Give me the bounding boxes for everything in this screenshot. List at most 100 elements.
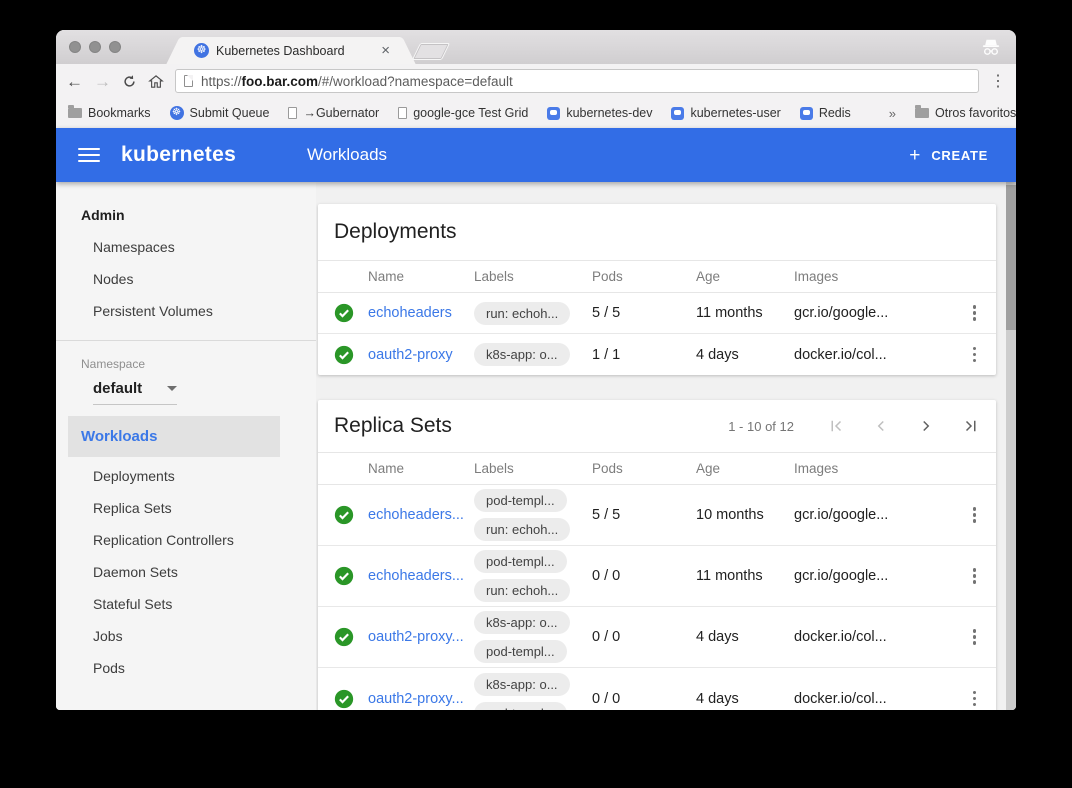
- bookmark-folder-bookmarks[interactable]: Bookmarks: [68, 106, 151, 120]
- sidebar-item-stateful-sets[interactable]: Stateful Sets: [56, 588, 316, 620]
- browser-window: ☸ Kubernetes Dashboard × ← → https://foo…: [56, 30, 1016, 710]
- scrollbar-thumb[interactable]: [1006, 185, 1016, 330]
- bookmark-redis[interactable]: Redis: [800, 106, 851, 120]
- browser-toolbar: ← → https://foo.bar.com/#/workload?names…: [56, 64, 1016, 98]
- pagination: 1 - 10 of 12: [728, 417, 980, 435]
- home-button[interactable]: [148, 74, 164, 89]
- page-icon: [398, 107, 407, 119]
- table-row: echoheaders run: echoh... 5 / 5 11 month…: [318, 293, 996, 334]
- row-menu-icon[interactable]: [969, 503, 981, 527]
- replica-set-link[interactable]: oauth2-proxy...: [368, 691, 474, 707]
- images-cell: gcr.io/google...: [794, 305, 952, 321]
- bookmark-gubernator[interactable]: →Gubernator: [288, 106, 379, 120]
- replica-set-link[interactable]: oauth2-proxy...: [368, 629, 474, 645]
- sidebar-item-replica-sets[interactable]: Replica Sets: [56, 492, 316, 524]
- sidebar-item-workloads[interactable]: Workloads: [68, 416, 280, 457]
- age-cell: 4 days: [696, 347, 794, 363]
- zoom-window-button[interactable]: [109, 41, 121, 53]
- back-button[interactable]: ←: [66, 73, 83, 90]
- bookmarks-overflow-icon[interactable]: »: [889, 106, 896, 121]
- hamburger-menu-icon[interactable]: [78, 148, 100, 162]
- label-chip: run: echoh...: [474, 579, 570, 602]
- column-name: Name: [368, 461, 474, 476]
- browser-tab[interactable]: ☸ Kubernetes Dashboard ×: [182, 37, 400, 64]
- browser-menu-icon[interactable]: ⋮: [990, 71, 1006, 91]
- page-security-icon[interactable]: [184, 75, 193, 87]
- deployment-link[interactable]: echoheaders: [368, 305, 474, 321]
- age-cell: 10 months: [696, 507, 794, 523]
- bookmark-google-gce-test-grid[interactable]: google-gce Test Grid: [398, 106, 528, 120]
- label-chip: k8s-app: o...: [474, 673, 570, 696]
- row-menu-icon[interactable]: [969, 625, 981, 649]
- column-images: Images: [794, 269, 952, 284]
- page-scrollbar[interactable]: [1006, 182, 1016, 710]
- window-controls: [69, 41, 121, 53]
- images-cell: docker.io/col...: [794, 691, 952, 707]
- last-page-icon[interactable]: [962, 417, 980, 435]
- sidebar-item-replication-controllers[interactable]: Replication Controllers: [56, 524, 316, 556]
- bookmark-submit-queue[interactable]: ☸ Submit Queue: [170, 106, 270, 120]
- bookmarks-bar: Bookmarks ☸ Submit Queue →Gubernator goo…: [56, 98, 1016, 128]
- row-menu-icon[interactable]: [969, 564, 981, 588]
- images-cell: docker.io/col...: [794, 347, 952, 363]
- replica-sets-card-title: Replica Sets: [334, 414, 452, 438]
- kubernetes-icon: ☸: [170, 106, 184, 120]
- sidebar-item-jobs[interactable]: Jobs: [56, 620, 316, 652]
- bookmark-kubernetes-user[interactable]: kubernetes-user: [671, 106, 780, 120]
- incognito-icon: [980, 38, 1002, 56]
- status-ok-icon: [334, 303, 354, 323]
- sidebar-item-namespaces[interactable]: Namespaces: [56, 231, 316, 263]
- column-labels: Labels: [474, 461, 592, 476]
- label-chip: pod-templ...: [474, 702, 567, 711]
- table-row: echoheaders... pod-templ... run: echoh..…: [318, 485, 996, 546]
- sidebar-item-daemon-sets[interactable]: Daemon Sets: [56, 556, 316, 588]
- tab-title: Kubernetes Dashboard: [216, 44, 379, 58]
- sidebar-item-pods[interactable]: Pods: [56, 652, 316, 684]
- column-age: Age: [696, 461, 794, 476]
- namespace-value: default: [93, 380, 142, 397]
- replica-sets-card: Replica Sets 1 - 10 of 12 Name Labels Po…: [318, 400, 996, 710]
- deployments-card: Deployments Name Labels Pods Age Images …: [318, 204, 996, 375]
- main-content: Deployments Name Labels Pods Age Images …: [316, 182, 1016, 710]
- age-cell: 11 months: [696, 305, 794, 321]
- label-chip: pod-templ...: [474, 640, 567, 663]
- status-ok-icon: [334, 627, 354, 647]
- next-page-icon[interactable]: [917, 417, 935, 435]
- pods-cell: 0 / 0: [592, 629, 696, 645]
- replica-set-link[interactable]: echoheaders...: [368, 507, 474, 523]
- address-bar[interactable]: https://foo.bar.com/#/workload?namespace…: [175, 69, 979, 93]
- bookmark-kubernetes-dev[interactable]: kubernetes-dev: [547, 106, 652, 120]
- sidebar-item-deployments[interactable]: Deployments: [56, 460, 316, 492]
- status-ok-icon: [334, 345, 354, 365]
- chat-icon: [671, 107, 684, 120]
- forward-button[interactable]: →: [94, 73, 111, 90]
- kubernetes-logo: kubernetes: [121, 143, 236, 167]
- reload-button[interactable]: [122, 74, 137, 89]
- close-tab-icon[interactable]: ×: [379, 42, 392, 59]
- sidebar-item-nodes[interactable]: Nodes: [56, 263, 316, 295]
- label-chip: k8s-app: o...: [474, 343, 570, 366]
- sidebar-item-admin[interactable]: Admin: [56, 199, 316, 231]
- row-menu-icon[interactable]: [969, 343, 981, 367]
- row-menu-icon[interactable]: [969, 687, 981, 710]
- new-tab-button[interactable]: [412, 43, 450, 60]
- sidebar-divider: [56, 340, 316, 341]
- close-window-button[interactable]: [69, 41, 81, 53]
- row-menu-icon[interactable]: [969, 301, 981, 325]
- replica-set-link[interactable]: echoheaders...: [368, 568, 474, 584]
- bookmark-folder-otros-favoritos[interactable]: Otros favoritos: [915, 106, 1016, 120]
- minimize-window-button[interactable]: [89, 41, 101, 53]
- namespace-select[interactable]: default: [93, 380, 177, 405]
- chat-icon: [800, 107, 813, 120]
- previous-page-icon[interactable]: [872, 417, 890, 435]
- kubernetes-favicon-icon: ☸: [194, 43, 209, 58]
- column-pods: Pods: [592, 461, 696, 476]
- table-row: oauth2-proxy... k8s-app: o... pod-templ.…: [318, 668, 996, 710]
- create-button[interactable]: + CREATE: [909, 146, 988, 165]
- page-title: Workloads: [307, 145, 387, 165]
- sidebar-item-persistent-volumes[interactable]: Persistent Volumes: [56, 295, 316, 327]
- age-cell: 4 days: [696, 629, 794, 645]
- pods-cell: 0 / 0: [592, 568, 696, 584]
- first-page-icon[interactable]: [827, 417, 845, 435]
- deployment-link[interactable]: oauth2-proxy: [368, 347, 474, 363]
